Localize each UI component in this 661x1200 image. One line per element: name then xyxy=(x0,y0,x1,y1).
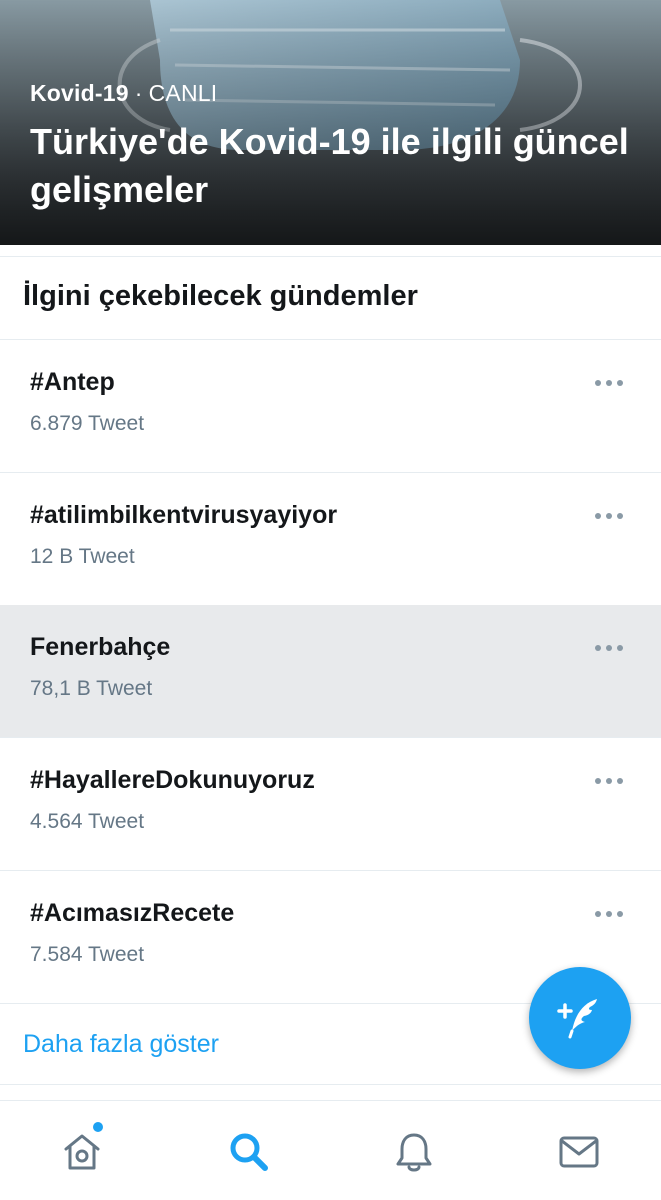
tab-search[interactable] xyxy=(226,1129,272,1175)
section-title: İlgini çekebilecek gündemler xyxy=(23,280,418,312)
trend-name: #Antep xyxy=(30,368,115,396)
hero-status: CANLI xyxy=(148,80,218,106)
bell-icon xyxy=(396,1133,432,1172)
compose-tweet-icon xyxy=(557,999,597,1039)
trend-name: #atilimbilkentvirusyayiyor xyxy=(30,501,338,529)
trend-item[interactable]: #atilimbilkentvirusyayiyor 12 B Tweet xyxy=(0,473,661,606)
trend-item[interactable]: Fenerbahçe 78,1 B Tweet xyxy=(0,605,661,738)
tab-home[interactable] xyxy=(59,1122,105,1175)
more-options-icon[interactable] xyxy=(595,645,623,653)
trend-count: 7.584 Tweet xyxy=(30,943,145,966)
notification-dot xyxy=(93,1122,103,1132)
search-icon xyxy=(230,1133,268,1171)
show-more-link[interactable]: Daha fazla göster xyxy=(23,1030,219,1058)
hero-separator: · xyxy=(134,80,143,106)
mail-icon xyxy=(559,1136,599,1168)
more-options-icon[interactable] xyxy=(595,513,623,521)
hero-category: Kovid-19 xyxy=(30,80,129,106)
tab-notifications[interactable] xyxy=(391,1129,437,1175)
more-options-icon[interactable] xyxy=(595,380,623,388)
more-options-icon[interactable] xyxy=(595,778,623,786)
more-options-icon[interactable] xyxy=(595,911,623,919)
home-icon xyxy=(64,1134,100,1170)
trend-count: 6.879 Tweet xyxy=(30,412,145,435)
trend-item[interactable]: #HayallereDokunuyoruz 4.564 Tweet xyxy=(0,738,661,871)
trend-count: 78,1 B Tweet xyxy=(30,677,153,700)
tab-messages[interactable] xyxy=(556,1129,602,1175)
trend-count: 12 B Tweet xyxy=(30,545,135,568)
hero-meta: Kovid-19 · CANLI xyxy=(30,80,217,107)
bottom-tab-bar xyxy=(0,1100,661,1200)
trend-count: 4.564 Tweet xyxy=(30,810,145,833)
trend-name: #AcımasızRecete xyxy=(30,899,235,927)
compose-tweet-button[interactable] xyxy=(529,967,631,1069)
trend-item[interactable]: #Antep 6.879 Tweet xyxy=(0,340,661,473)
trend-name: Fenerbahçe xyxy=(30,633,171,661)
section-gap xyxy=(0,245,661,257)
trend-name: #HayallereDokunuyoruz xyxy=(30,766,315,794)
hero-title: Türkiye'de Kovid-19 ile ilgili güncel ge… xyxy=(30,121,629,210)
section-header: İlgini çekebilecek gündemler xyxy=(0,258,661,340)
hero-banner[interactable]: Kovid-19 · CANLI Türkiye'de Kovid-19 ile i… xyxy=(0,0,661,245)
